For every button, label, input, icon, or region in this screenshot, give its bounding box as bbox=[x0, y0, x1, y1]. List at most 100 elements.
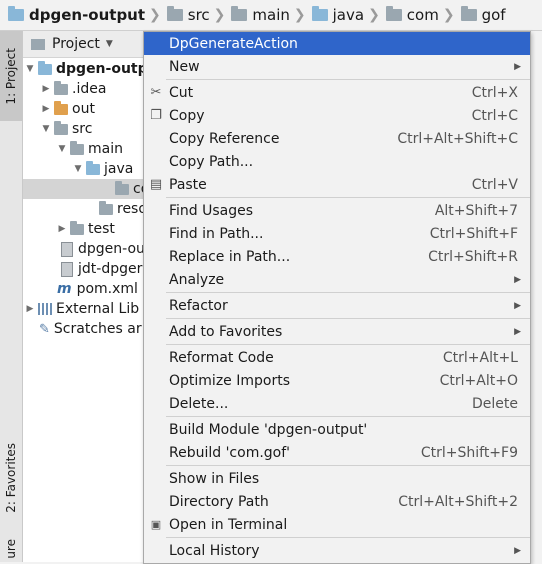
collapse-arrow-icon[interactable]: ▶ bbox=[57, 224, 67, 234]
menu-item-cut[interactable]: ✂ Cut Ctrl+X bbox=[144, 81, 530, 104]
menu-item-add-to-favorites[interactable]: Add to Favorites ▶ bbox=[144, 320, 530, 343]
excluded-folder-icon bbox=[54, 100, 68, 115]
menu-item-new[interactable]: New ▶ bbox=[144, 55, 530, 78]
tree-node-idea[interactable]: ▶ .idea bbox=[23, 79, 153, 99]
menu-item-copy[interactable]: ❐ Copy Ctrl+C bbox=[144, 104, 530, 127]
folder-icon bbox=[70, 140, 84, 155]
expand-arrow-icon[interactable]: ▼ bbox=[73, 164, 83, 174]
menu-item-dpgenerateaction[interactable]: DpGenerateAction bbox=[144, 32, 530, 55]
chevron-right-icon: ❯ bbox=[149, 7, 161, 23]
submenu-arrow-icon: ▶ bbox=[514, 545, 521, 556]
menu-item-reformat-code[interactable]: Reformat Code Ctrl+Alt+L bbox=[144, 346, 530, 369]
scissors-icon: ✂ bbox=[150, 85, 162, 100]
submenu-arrow-icon: ▶ bbox=[514, 61, 521, 72]
folder-icon bbox=[231, 6, 248, 21]
tree-node-scratches[interactable]: ✎ Scratches ar bbox=[23, 319, 153, 339]
source-folder-icon bbox=[311, 6, 328, 21]
file-icon bbox=[61, 261, 73, 277]
menu-item-copy-path[interactable]: Copy Path... bbox=[144, 150, 530, 173]
folder-icon bbox=[385, 6, 402, 21]
menu-item-find-usages[interactable]: Find Usages Alt+Shift+7 bbox=[144, 199, 530, 222]
clipboard-icon: ▤ bbox=[149, 177, 163, 192]
menu-separator bbox=[166, 292, 530, 293]
tree-node-resources[interactable]: reso bbox=[23, 199, 153, 219]
menu-item-analyze[interactable]: Analyze ▶ bbox=[144, 268, 530, 291]
menu-item-local-history[interactable]: Local History ▶ bbox=[144, 539, 530, 562]
menu-item-copy-reference[interactable]: Copy Reference Ctrl+Alt+Shift+C bbox=[144, 127, 530, 150]
collapse-arrow-icon[interactable]: ▶ bbox=[41, 104, 51, 114]
chevron-right-icon: ❯ bbox=[442, 7, 455, 23]
menu-item-build-module[interactable]: Build Module 'dpgen-output' bbox=[144, 418, 530, 441]
project-panel-header[interactable]: Project ▼ bbox=[23, 31, 153, 58]
collapse-arrow-icon[interactable]: ▶ bbox=[41, 84, 51, 94]
collapse-arrow-icon[interactable]: ▶ bbox=[25, 304, 35, 314]
tab-project[interactable]: 1: Project bbox=[0, 31, 22, 121]
menu-item-open-in-terminal[interactable]: ▣ Open in Terminal bbox=[144, 513, 530, 536]
folder-icon bbox=[70, 220, 84, 235]
menu-separator bbox=[166, 465, 530, 466]
tree-node-external-libraries[interactable]: ▶ External Lib bbox=[23, 299, 153, 319]
expand-arrow-icon[interactable]: ▼ bbox=[25, 64, 35, 74]
expand-arrow-icon[interactable]: ▼ bbox=[41, 124, 51, 134]
menu-item-refactor[interactable]: Refactor ▶ bbox=[144, 294, 530, 317]
tab-structure[interactable]: ure bbox=[0, 536, 22, 562]
menu-item-paste[interactable]: ▤ Paste Ctrl+V bbox=[144, 173, 530, 196]
menu-separator bbox=[166, 416, 530, 417]
folder-icon bbox=[54, 80, 68, 95]
terminal-icon: ▣ bbox=[150, 518, 162, 531]
folder-icon bbox=[166, 6, 183, 21]
menu-item-find-in-path[interactable]: Find in Path... Ctrl+Shift+F bbox=[144, 222, 530, 245]
menu-item-delete[interactable]: Delete... Delete bbox=[144, 392, 530, 415]
file-icon bbox=[61, 241, 73, 257]
library-icon bbox=[38, 303, 52, 315]
menu-separator bbox=[166, 318, 530, 319]
menu-separator bbox=[166, 537, 530, 538]
breadcrumb-item-com[interactable]: com ❯ bbox=[385, 0, 461, 30]
chevron-right-icon: ❯ bbox=[293, 7, 306, 23]
submenu-arrow-icon: ▶ bbox=[514, 274, 521, 285]
tree-node-test[interactable]: ▶ test bbox=[23, 219, 153, 239]
breadcrumb-item-gof[interactable]: gof bbox=[460, 0, 506, 30]
tab-favorites[interactable]: 2: Favorites bbox=[0, 429, 22, 527]
tree-node-out[interactable]: ▶ out bbox=[23, 99, 153, 119]
menu-separator bbox=[166, 79, 530, 80]
submenu-arrow-icon: ▶ bbox=[514, 300, 521, 311]
menu-item-optimize-imports[interactable]: Optimize Imports Ctrl+Alt+O bbox=[144, 369, 530, 392]
context-menu: DpGenerateAction New ▶ ✂ Cut Ctrl+X ❐ Co… bbox=[143, 31, 531, 564]
breadcrumb-item-java[interactable]: java ❯ bbox=[311, 0, 386, 30]
project-panel: Project ▼ ▼ dpgen-outp ▶ .idea ▶ out ▼ s… bbox=[23, 31, 153, 562]
tree-node-dpgen-output[interactable]: ▼ dpgen-outp bbox=[23, 59, 153, 79]
tree-node-main[interactable]: ▼ main bbox=[23, 139, 153, 159]
chevron-down-icon: ▼ bbox=[105, 39, 113, 49]
menu-item-show-in-files[interactable]: Show in Files bbox=[144, 467, 530, 490]
folder-icon bbox=[460, 6, 477, 21]
project-icon bbox=[31, 38, 45, 50]
scratches-icon: ✎ bbox=[39, 321, 50, 337]
expand-arrow-icon[interactable]: ▼ bbox=[57, 144, 67, 154]
chevron-right-icon: ❯ bbox=[368, 7, 380, 23]
module-folder-icon bbox=[38, 60, 52, 75]
breadcrumb-item-main[interactable]: main ❯ bbox=[231, 0, 311, 30]
resources-folder-icon bbox=[99, 200, 113, 215]
tree-node-src[interactable]: ▼ src bbox=[23, 119, 153, 139]
tree-node-dpgen-output-file[interactable]: dpgen-ou bbox=[23, 239, 153, 259]
breadcrumb: dpgen-output ❯ src ❯ main ❯ java ❯ com ❯… bbox=[0, 0, 542, 31]
menu-separator bbox=[166, 344, 530, 345]
menu-item-replace-in-path[interactable]: Replace in Path... Ctrl+Shift+R bbox=[144, 245, 530, 268]
tree-node-pom-xml[interactable]: m pom.xml bbox=[23, 279, 153, 299]
module-folder-icon bbox=[8, 6, 24, 21]
tree-node-java[interactable]: ▼ java bbox=[23, 159, 153, 179]
folder-icon bbox=[54, 120, 68, 135]
submenu-arrow-icon: ▶ bbox=[514, 326, 521, 337]
menu-separator bbox=[166, 197, 530, 198]
tool-window-strip: 1: Project 2: Favorites ure bbox=[0, 31, 23, 562]
breadcrumb-item-src[interactable]: src ❯ bbox=[166, 0, 232, 30]
tree-node-com[interactable]: co bbox=[23, 179, 153, 199]
breadcrumb-item-dpgen-output[interactable]: dpgen-output ❯ bbox=[8, 0, 167, 30]
tree-node-jdt-dpgen[interactable]: jdt-dpger bbox=[23, 259, 153, 279]
menu-item-directory-path[interactable]: Directory Path Ctrl+Alt+Shift+2 bbox=[144, 490, 530, 513]
chevron-right-icon: ❯ bbox=[213, 7, 226, 23]
source-folder-icon bbox=[86, 160, 100, 175]
menu-item-rebuild[interactable]: Rebuild 'com.gof' Ctrl+Shift+F9 bbox=[144, 441, 530, 464]
package-icon bbox=[115, 180, 129, 195]
